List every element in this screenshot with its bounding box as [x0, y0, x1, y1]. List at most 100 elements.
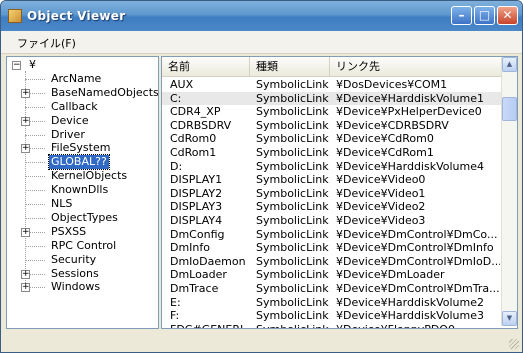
tree-expand-toggle[interactable]: +	[21, 144, 30, 154]
tree-branch-line	[25, 134, 45, 136]
list-row[interactable]: D: SymbolicLink ¥Device¥HarddiskVolume4	[162, 160, 501, 174]
cell-name: DmConfig	[170, 227, 225, 241]
tree-node[interactable]: PSXSS	[49, 225, 88, 239]
object-viewer-window: Object Viewer – □ ✕ ファイル(F) − ¥ ArcName + Ba…	[0, 0, 523, 353]
cell-type: SymbolicLink	[256, 214, 329, 227]
cell-target: ¥Device¥DmControl¥DmCo...	[336, 227, 498, 241]
tree-node[interactable]: NLS	[49, 197, 74, 211]
tree-node[interactable]: GLOBAL??	[48, 154, 110, 171]
list-row[interactable]: DmTrace SymbolicLink ¥Device¥DmControl¥DmT…	[162, 282, 501, 296]
tree-node[interactable]: KernelObjects	[49, 169, 129, 183]
cell-name: D:	[170, 159, 183, 173]
tree-expand-toggle[interactable]: +	[21, 283, 30, 293]
cell-name: DISPLAY2	[170, 186, 223, 200]
cell-type: SymbolicLink	[256, 173, 329, 187]
tree-node[interactable]: Device	[49, 114, 91, 128]
tree-root-collapse-toggle[interactable]: −	[12, 61, 21, 70]
cell-target: ¥Device¥CDRBSDRV	[336, 118, 449, 132]
cell-name: CdRom0	[170, 132, 217, 146]
cell-type: SymbolicLink	[256, 105, 329, 119]
list-row[interactable]: CDR4_XP SymbolicLink ¥Device¥PxHelperDevic…	[162, 105, 501, 119]
cell-type: SymbolicLink	[256, 159, 329, 173]
tree-branch-line	[25, 259, 45, 261]
tree-node[interactable]: KnownDlls	[49, 183, 110, 197]
column-header-name[interactable]: 名前	[162, 57, 250, 76]
cell-target: ¥Device¥DmLoader	[336, 268, 445, 282]
tree-node-root[interactable]: ¥	[29, 58, 36, 72]
window-title: Object Viewer	[27, 9, 126, 23]
tree-node[interactable]: ArcName	[49, 72, 103, 86]
status-bar	[1, 331, 522, 352]
menu-bar: ファイル(F)	[1, 31, 522, 54]
cell-type: SymbolicLink	[256, 282, 329, 295]
list-row[interactable]: DmIoDaemon SymbolicLink ¥Device¥DmControl¥…	[162, 255, 501, 269]
list-row[interactable]: CDRBSDRV SymbolicLink ¥Device¥CDRBSDRV	[162, 119, 501, 133]
list-row[interactable]: DISPLAY4 SymbolicLink ¥Device¥Video3	[162, 214, 501, 228]
cell-target: ¥Device¥Video0	[336, 173, 426, 187]
maximize-button[interactable]: □	[474, 6, 495, 25]
list-row[interactable]: E: SymbolicLink ¥Device¥HarddiskVolume2	[162, 296, 501, 310]
tree-node[interactable]: Windows	[49, 280, 102, 294]
list-row[interactable]: DmLoader SymbolicLink ¥Device¥DmLoader	[162, 268, 501, 282]
cell-type: SymbolicLink	[256, 268, 329, 282]
list-row[interactable]: DmConfig SymbolicLink ¥Device¥DmControl¥Dm…	[162, 228, 501, 242]
cell-type: SymbolicLink	[256, 146, 329, 159]
tree-node[interactable]: Sessions	[49, 267, 101, 281]
tree-node[interactable]: Callback	[49, 100, 100, 114]
tree-expand-toggle[interactable]: +	[21, 227, 30, 237]
column-header-type[interactable]: 種類	[250, 57, 330, 76]
minimize-button[interactable]: –	[451, 6, 472, 25]
tree-connector-line	[25, 71, 26, 287]
object-tree[interactable]: − ¥ ArcName + BaseNamedObjects Callback + Devic…	[6, 56, 159, 329]
cell-type: SymbolicLink	[256, 78, 329, 91]
list-row[interactable]: DISPLAY2 SymbolicLink ¥Device¥Video1	[162, 187, 501, 201]
list-row[interactable]: C: SymbolicLink ¥Device¥HarddiskVolume1	[162, 91, 501, 106]
cell-type: SymbolicLink	[256, 118, 329, 132]
cell-type: SymbolicLink	[256, 227, 329, 241]
object-list[interactable]: 名前 種類 リンク先 AUX SymbolicLink ¥DosDevices¥CO…	[161, 56, 518, 329]
cell-name: C:	[170, 91, 182, 105]
list-row[interactable]: DISPLAY3 SymbolicLink ¥Device¥Video2	[162, 200, 501, 214]
list-row[interactable]: AUX SymbolicLink ¥DosDevices¥COM1	[162, 78, 501, 92]
vertical-scrollbar[interactable]: ▲ ▼	[501, 57, 517, 326]
cell-type: SymbolicLink	[256, 132, 329, 146]
tree-node[interactable]: BaseNamedObjects	[49, 86, 158, 100]
list-row[interactable]: CdRom0 SymbolicLink ¥Device¥CdRom0	[162, 132, 501, 146]
column-header-target[interactable]: リンク先	[330, 57, 501, 76]
list-row[interactable]: FDC#GENERI... SymbolicLink ¥Device¥FloppyP…	[162, 323, 501, 328]
tree-node[interactable]: RPC Control	[49, 239, 118, 253]
cell-target: ¥Device¥FloppyPDO0	[336, 323, 500, 328]
scroll-up-button[interactable]: ▲	[502, 57, 517, 72]
tree-expand-toggle[interactable]: +	[21, 88, 30, 98]
list-row[interactable]: CdRom1 SymbolicLink ¥Device¥CdRom1	[162, 146, 501, 160]
tree-branch-line	[25, 217, 45, 219]
tree-expand-toggle[interactable]: +	[21, 116, 30, 126]
tree-node[interactable]: ObjectTypes	[49, 211, 120, 225]
cell-type: SymbolicLink	[256, 309, 329, 323]
close-button[interactable]: ✕	[497, 6, 518, 25]
tree-expand-toggle[interactable]: +	[21, 269, 30, 279]
list-row[interactable]: DISPLAY1 SymbolicLink ¥Device¥Video0	[162, 173, 501, 187]
menu-file[interactable]: ファイル(F)	[17, 35, 76, 51]
cell-target: ¥Device¥DmControl¥DmInfo	[336, 241, 494, 255]
resize-grip[interactable]	[509, 339, 519, 349]
cell-type: SymbolicLink	[256, 91, 329, 105]
cell-type: SymbolicLink	[256, 200, 329, 214]
scroll-down-button[interactable]: ▼	[502, 311, 517, 326]
cell-target: ¥DosDevices¥COM1	[336, 78, 448, 91]
tree-node[interactable]: Driver	[49, 128, 87, 142]
title-bar[interactable]: Object Viewer – □ ✕	[1, 1, 522, 31]
cell-name: DmTrace	[170, 282, 219, 295]
tree-branch-line	[25, 176, 45, 178]
tree-node[interactable]: FileSystem	[49, 141, 112, 155]
cell-target: ¥Device¥DmControl¥DmIoD...	[336, 254, 500, 268]
cell-name: DISPLAY4	[170, 214, 223, 227]
cell-name: DmLoader	[170, 268, 227, 282]
list-row[interactable]: DmInfo SymbolicLink ¥Device¥DmControl¥DmIn…	[162, 241, 501, 255]
tree-node[interactable]: Security	[49, 253, 98, 267]
scroll-thumb[interactable]	[502, 97, 517, 121]
cell-name: DISPLAY3	[170, 200, 223, 214]
list-row[interactable]: F: SymbolicLink ¥Device¥HarddiskVolume3	[162, 309, 501, 323]
cell-target: ¥Device¥CdRom0	[336, 132, 434, 146]
cell-name: E:	[170, 295, 181, 309]
